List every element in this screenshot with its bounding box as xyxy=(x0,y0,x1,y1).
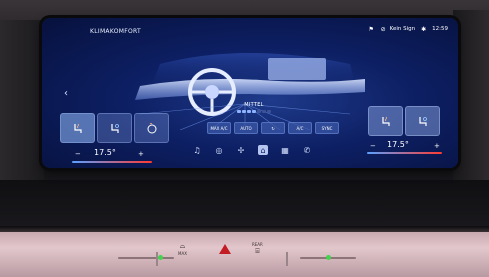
max-label: MAX xyxy=(178,251,187,256)
flag-icon: ⚑ xyxy=(368,25,374,33)
right-seat-heating-button[interactable] xyxy=(368,106,403,136)
right-temp-minus-button[interactable]: − xyxy=(370,142,376,150)
right-temp-slider[interactable] xyxy=(300,255,356,260)
media-icon[interactable]: ♫ xyxy=(192,145,202,155)
fan-icon[interactable]: ✢ xyxy=(236,145,246,155)
home-icon[interactable]: ⌂ xyxy=(258,145,268,155)
left-temp-plus-button[interactable]: + xyxy=(138,150,144,158)
left-temp-bar xyxy=(72,161,152,163)
recirculation-icon: ↻ xyxy=(271,125,275,131)
ac-button[interactable]: A/C xyxy=(288,122,312,134)
auto-button[interactable]: AUTO xyxy=(234,122,258,134)
fan-level-bar xyxy=(262,110,266,113)
fan-speed-control[interactable]: MITTEL xyxy=(224,102,284,113)
seat-vent-icon xyxy=(110,123,119,133)
max-defrost-button[interactable]: ⌓ MAX xyxy=(178,242,187,256)
fan-level-bar xyxy=(237,110,241,113)
right-seat-ventilation-button[interactable] xyxy=(405,106,440,136)
no-signal-icon: ⊘ xyxy=(380,25,386,33)
recirculation-button[interactable]: ↻ xyxy=(261,122,285,134)
back-chevron-icon[interactable]: ‹ xyxy=(64,88,68,99)
signal-label: Kein Sign xyxy=(389,26,416,32)
steering-heating-button[interactable] xyxy=(134,113,169,143)
rear-defrost-button[interactable]: REAR ⌸ xyxy=(252,242,263,256)
climate-controls: MAX A/C AUTO ↻ A/C SYNC xyxy=(207,122,339,134)
fan-level-bar xyxy=(252,110,256,113)
signal-status[interactable]: ⊘ Kein Sign xyxy=(380,25,416,33)
left-temp-value: 17.5° xyxy=(94,148,116,157)
seat-heating-button[interactable] xyxy=(60,113,95,143)
right-slider-indicator xyxy=(326,255,331,260)
bottom-navigation: ♫ ◎ ✢ ⌂ ▦ ✆ xyxy=(192,145,312,155)
apps-icon[interactable]: ▦ xyxy=(280,145,290,155)
seat-heat-icon xyxy=(381,116,390,126)
seat-vent-icon xyxy=(418,116,427,126)
dashboard-trim xyxy=(0,232,489,277)
left-seat-controls xyxy=(60,113,169,143)
navigation-icon[interactable]: ◎ xyxy=(214,145,224,155)
phone-icon[interactable]: ✆ xyxy=(302,145,312,155)
hazard-button[interactable] xyxy=(219,244,231,254)
seat-ventilation-button[interactable] xyxy=(97,113,132,143)
fan-level-bar xyxy=(247,110,251,113)
right-temp-plus-button[interactable]: + xyxy=(434,142,440,150)
dashboard-left-panel xyxy=(0,20,44,190)
defrost-icon: ⌓ xyxy=(179,242,186,250)
left-temp-minus-button[interactable]: − xyxy=(75,150,81,158)
right-temp-bar xyxy=(367,152,442,154)
right-temp-value: 17.5° xyxy=(387,140,409,149)
status-bar: ⚑ ⊘ Kein Sign ✱ 12:59 xyxy=(368,23,448,35)
left-temp-slider[interactable] xyxy=(118,255,174,260)
seat-heat-icon xyxy=(73,123,82,133)
fan-level-bar xyxy=(242,110,246,113)
fan-speed-bars xyxy=(224,110,284,113)
infotainment-screen: KLIMAKOMFORT ⚑ ⊘ Kein Sign ✱ 12:59 ‹ MIT… xyxy=(42,18,458,168)
fan-level-bar xyxy=(267,110,271,113)
divider xyxy=(286,252,288,266)
right-seat-controls xyxy=(368,106,440,136)
max-ac-button[interactable]: MAX A/C xyxy=(207,122,231,134)
fan-speed-label: MITTEL xyxy=(244,102,264,108)
dashboard-right-panel xyxy=(453,10,489,200)
left-slider-indicator xyxy=(158,255,163,260)
clock: 12:59 xyxy=(432,26,448,32)
steering-wheel-heat-icon xyxy=(147,122,156,133)
rear-defrost-icon: ⌸ xyxy=(255,247,260,255)
divider xyxy=(156,252,158,266)
fan-level-bar xyxy=(257,110,261,113)
bluetooth-icon: ✱ xyxy=(421,25,427,33)
sync-button[interactable]: SYNC xyxy=(315,122,339,134)
